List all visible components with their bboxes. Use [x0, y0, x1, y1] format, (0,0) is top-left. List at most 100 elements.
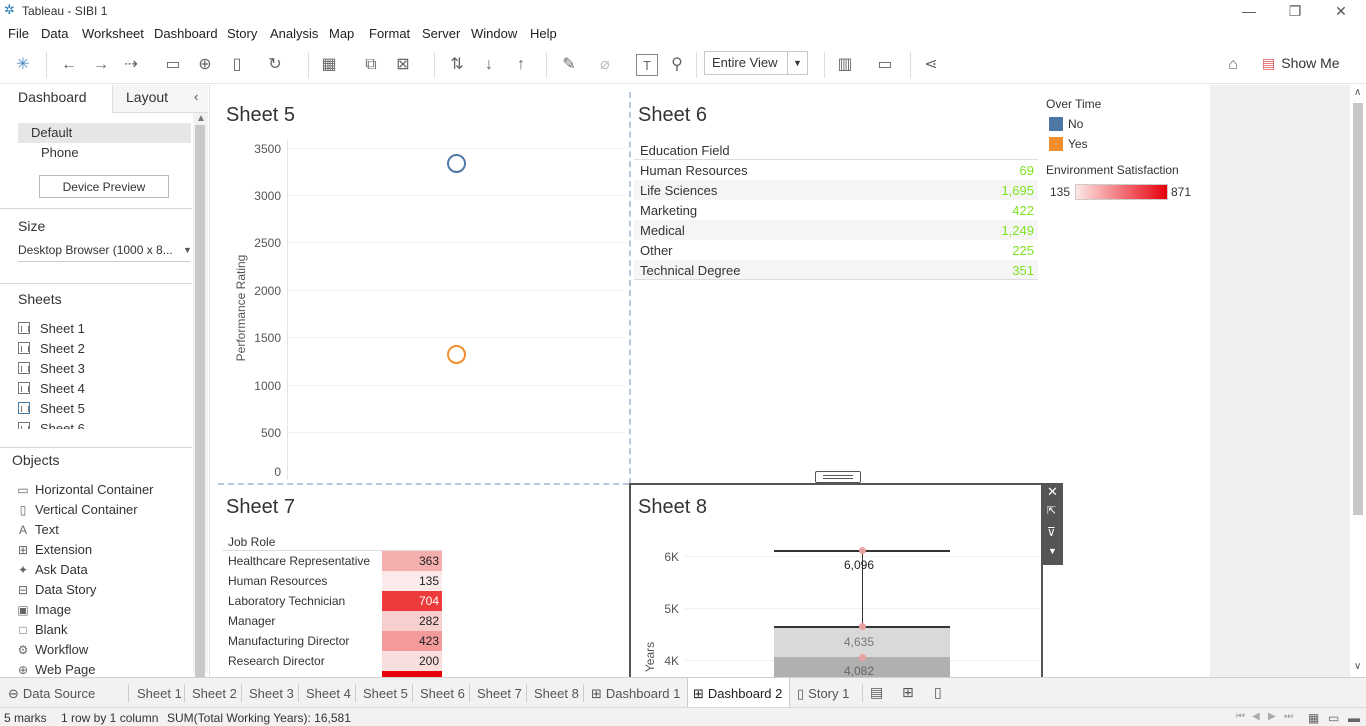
- nav-last-icon[interactable]: ⏭: [1284, 711, 1293, 722]
- grid-view-icon[interactable]: ▦: [1308, 711, 1319, 725]
- fit-dropdown[interactable]: Entire View ▼: [704, 51, 808, 75]
- filmstrip-view-icon[interactable]: ▭: [1328, 711, 1339, 725]
- device-preview-button[interactable]: Device Preview: [39, 175, 169, 198]
- sheet-item[interactable]: Sheet 5: [18, 401, 85, 416]
- table-row[interactable]: Laboratory Technician 704: [222, 591, 442, 611]
- menu-story[interactable]: Story: [227, 26, 257, 41]
- nav-first-icon[interactable]: ⏮: [1236, 711, 1245, 722]
- object-web-page[interactable]: ⊕ Web Page: [16, 662, 96, 677]
- new-worksheet-tab-icon[interactable]: ▤: [870, 684, 883, 701]
- tab-sheet[interactable]: Sheet 6: [420, 686, 465, 701]
- object-horizontal-container[interactable]: ▭ Horizontal Container: [16, 482, 153, 497]
- replay-icon[interactable]: ⇢: [120, 54, 142, 76]
- table-row[interactable]: Human Resources 135: [222, 571, 442, 591]
- menu-help[interactable]: Help: [530, 26, 557, 41]
- sheet-item[interactable]: Sheet 6: [18, 421, 85, 429]
- restore-button[interactable]: ❐: [1272, 0, 1318, 22]
- menu-format[interactable]: Format: [369, 26, 410, 41]
- table-row[interactable]: Research Director 200: [222, 651, 442, 671]
- table-row[interactable]: Life Sciences 1,695: [634, 180, 1038, 200]
- menu-worksheet[interactable]: Worksheet: [82, 26, 144, 41]
- redo-icon[interactable]: →: [90, 54, 112, 76]
- table-row[interactable]: Manufacturing Director 423: [222, 631, 442, 651]
- table-row[interactable]: Marketing 422: [634, 200, 1038, 220]
- object-vertical-container[interactable]: ▯ Vertical Container: [16, 502, 138, 517]
- sort-descending-icon[interactable]: ↑: [510, 54, 532, 76]
- sheet-item[interactable]: Sheet 4: [18, 381, 85, 396]
- size-chevron-icon[interactable]: ▼: [183, 245, 192, 255]
- mark-point[interactable]: [859, 623, 866, 630]
- tableau-home-icon[interactable]: ✳: [12, 54, 34, 76]
- legend-swatch-yes[interactable]: [1049, 137, 1063, 151]
- remove-zone-icon[interactable]: ✕: [1047, 484, 1058, 500]
- mark-point[interactable]: [859, 547, 866, 554]
- tab-dashboard[interactable]: ⊞ Dashboard 1: [591, 686, 680, 702]
- object-extension[interactable]: ⊞ Extension: [16, 542, 92, 557]
- object-blank[interactable]: □ Blank: [16, 622, 67, 637]
- nav-next-icon[interactable]: ▶: [1268, 711, 1276, 722]
- swap-rows-columns-icon[interactable]: ⇅: [446, 54, 468, 76]
- tab-sheet[interactable]: Sheet 1: [137, 686, 182, 701]
- show-mark-labels-icon[interactable]: T: [636, 54, 658, 76]
- object-ask-data[interactable]: ✦ Ask Data: [16, 562, 88, 577]
- scroll-up-icon[interactable]: ∧: [1354, 87, 1361, 98]
- tab-sheet[interactable]: Sheet 4: [306, 686, 351, 701]
- object-image[interactable]: ▣ Image: [16, 602, 71, 617]
- table-row[interactable]: Other 225: [634, 240, 1038, 260]
- vertical-scrollbar[interactable]: ∧ ∨: [1350, 85, 1366, 677]
- presentation-mode-icon[interactable]: ▭: [874, 54, 896, 76]
- drag-handle[interactable]: [815, 471, 861, 483]
- tab-dashboard-active[interactable]: ⊞ Dashboard 2: [693, 686, 782, 702]
- share-icon[interactable]: ⋖: [920, 54, 942, 76]
- filter-icon[interactable]: ⊽: [1047, 525, 1056, 539]
- tab-sheet[interactable]: Sheet 5: [363, 686, 408, 701]
- dashboard-canvas[interactable]: Sheet 5 3500 3000 2500 2000 1500 1000 50…: [211, 85, 1210, 678]
- pause-updates-icon[interactable]: ▯: [226, 54, 248, 76]
- go-to-sheet-icon[interactable]: ⇱: [1047, 504, 1056, 517]
- size-dropdown[interactable]: Desktop Browser (1000 x 8...: [18, 243, 173, 257]
- scroll-down-icon[interactable]: ∨: [1354, 661, 1361, 672]
- group-members-icon[interactable]: ⌀: [594, 54, 616, 76]
- table-row[interactable]: Medical 1,249: [634, 220, 1038, 240]
- scroll-up-icon[interactable]: ▲: [196, 113, 206, 124]
- tab-sheet[interactable]: Sheet 8: [534, 686, 579, 701]
- object-data-story[interactable]: ⊟ Data Story: [16, 582, 96, 597]
- undo-icon[interactable]: ←: [58, 54, 80, 76]
- menu-data[interactable]: Data: [41, 26, 68, 41]
- nav-prev-icon[interactable]: ◀: [1252, 711, 1260, 722]
- device-phone[interactable]: Phone: [41, 145, 79, 160]
- new-story-tab-icon[interactable]: ▯: [934, 684, 942, 701]
- sheet-item[interactable]: Sheet 1: [18, 321, 85, 336]
- highlight-icon[interactable]: ✎: [558, 54, 580, 76]
- save-icon[interactable]: ▭: [162, 54, 184, 76]
- sheet-item[interactable]: Sheet 3: [18, 361, 85, 376]
- close-window-button[interactable]: ✕: [1318, 0, 1364, 22]
- sort-ascending-icon[interactable]: ↓: [478, 54, 500, 76]
- menu-map[interactable]: Map: [329, 26, 354, 41]
- tab-layout[interactable]: Layout: [126, 89, 168, 105]
- tab-dashboard[interactable]: Dashboard: [18, 89, 87, 105]
- refresh-icon[interactable]: ↻: [264, 54, 286, 76]
- table-row[interactable]: Technical Degree 351: [634, 260, 1038, 280]
- minimize-button[interactable]: —: [1226, 0, 1272, 22]
- object-text[interactable]: A Text: [16, 522, 59, 537]
- clear-sheet-icon[interactable]: ⊠: [392, 54, 414, 76]
- table-row[interactable]: Human Resources 69: [634, 160, 1038, 180]
- collapse-panel-icon[interactable]: ‹: [194, 89, 198, 104]
- menu-file[interactable]: File: [8, 26, 29, 41]
- more-options-icon[interactable]: ▼: [1048, 546, 1057, 556]
- show-me-button[interactable]: ▤ Show Me: [1262, 55, 1340, 72]
- mark-yes[interactable]: [447, 345, 466, 364]
- table-row[interactable]: Manager 282: [222, 611, 442, 631]
- mark-point[interactable]: [859, 654, 866, 661]
- fix-axes-icon[interactable]: ⚲: [666, 54, 688, 76]
- table-row[interactable]: Healthcare Representative 363: [222, 551, 442, 571]
- mark-no[interactable]: [447, 154, 466, 173]
- menu-server[interactable]: Server: [422, 26, 460, 41]
- cards-icon[interactable]: ▥: [834, 54, 856, 76]
- tab-sheet[interactable]: Sheet 7: [477, 686, 522, 701]
- tabs-view-icon[interactable]: ▬: [1348, 711, 1360, 725]
- tab-sheet[interactable]: Sheet 3: [249, 686, 294, 701]
- env-color-ramp[interactable]: [1075, 184, 1168, 200]
- sheet-item[interactable]: Sheet 2: [18, 341, 85, 356]
